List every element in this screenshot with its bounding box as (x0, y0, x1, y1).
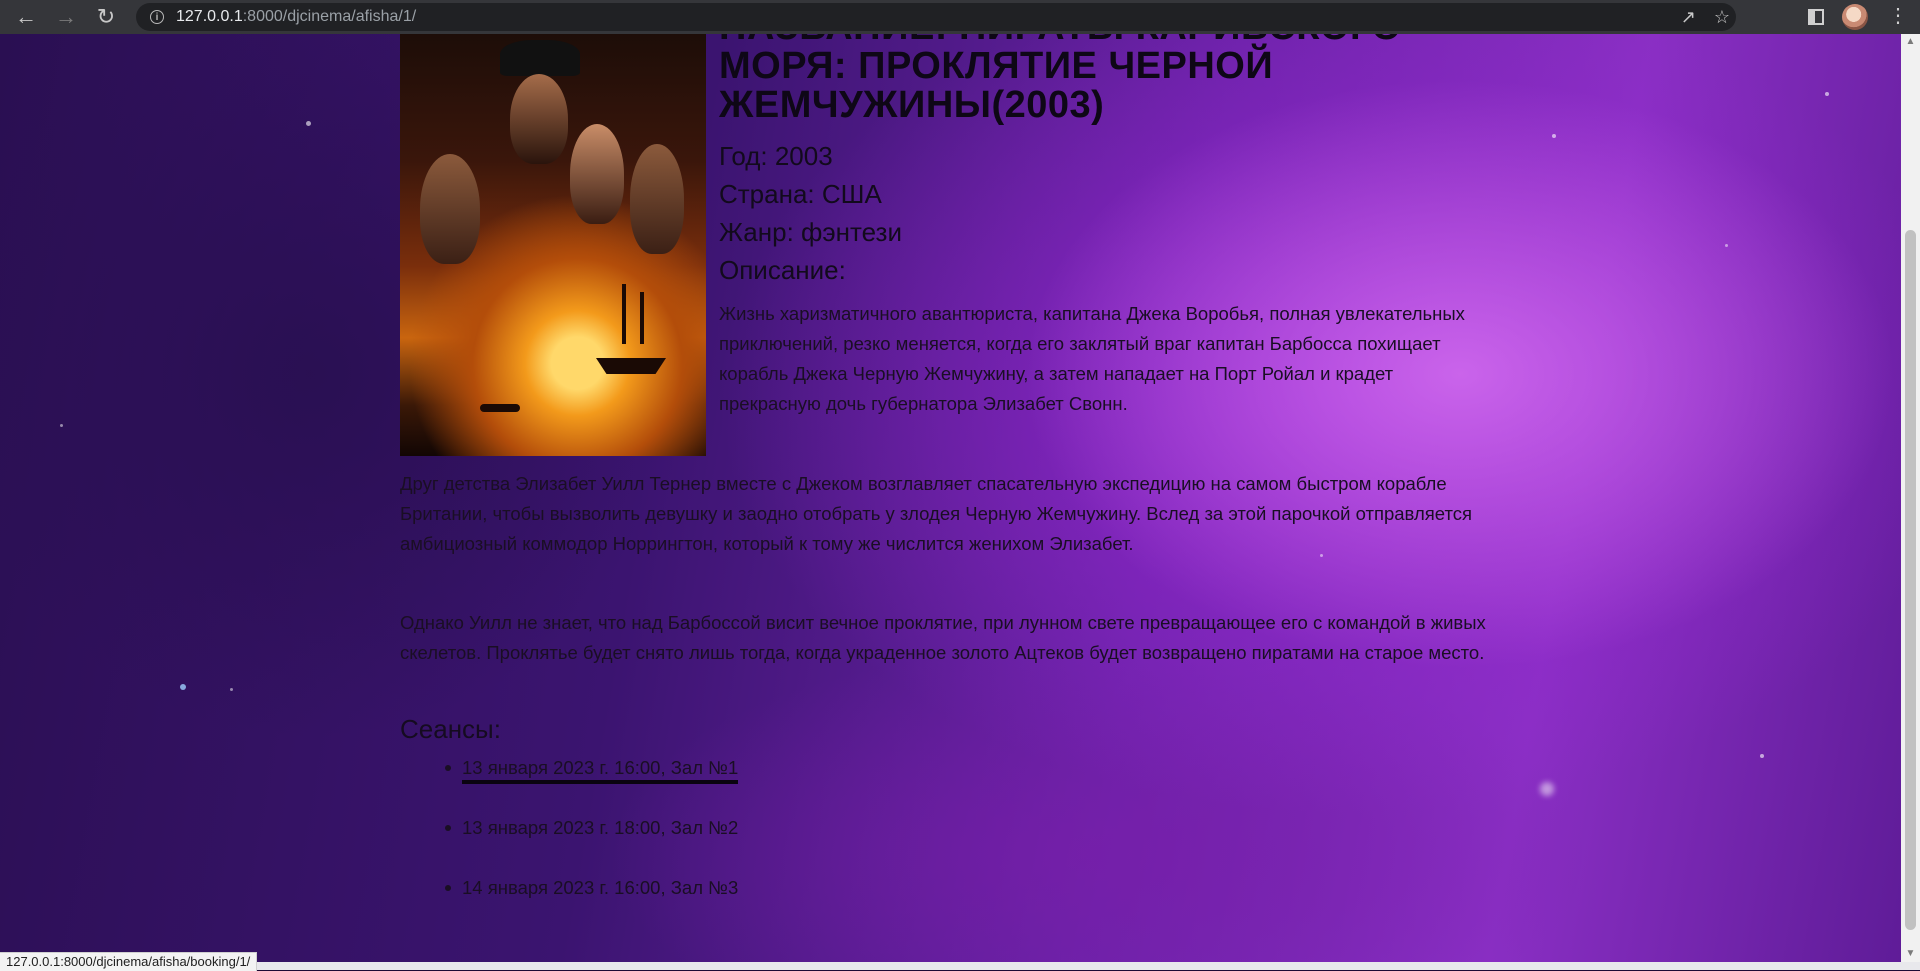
address-bar[interactable]: i 127.0.0.1:8000/djcinema/afisha/1/ ↗ ☆ (136, 3, 1736, 31)
reload-icon: ↻ (96, 4, 116, 29)
session-link[interactable]: 13 января 2023 г. 16:00, Зал №1 (462, 757, 739, 784)
bullet-icon (445, 885, 451, 891)
sessions-list: 13 января 2023 г. 16:00, Зал №1 13 январ… (400, 756, 739, 936)
bullet-icon (445, 765, 451, 771)
session-item: 13 января 2023 г. 18:00, Зал №2 (445, 816, 738, 876)
star-decoration (60, 424, 63, 427)
description-paragraph: Друг детства Элизабет Уилл Тернер вместе… (400, 473, 1472, 554)
movie-country: Страна: США (719, 179, 882, 209)
movie-year: Год: 2003 (719, 141, 833, 171)
window-bottom-edge (0, 962, 1920, 970)
movie-poster (400, 34, 706, 456)
session-item: 13 января 2023 г. 16:00, Зал №1 (445, 756, 739, 816)
url-path: :8000/djcinema/afisha/1/ (242, 8, 417, 25)
star-decoration (1540, 782, 1554, 796)
side-panel-icon[interactable] (1808, 9, 1824, 25)
page-viewport: Название: Пираты Карибского моря: Прокля… (0, 34, 1901, 962)
bookmark-star-icon[interactable]: ☆ (1714, 7, 1730, 28)
scroll-down-arrow-icon[interactable]: ▼ (1901, 946, 1920, 962)
reload-button[interactable]: ↻ (92, 3, 120, 31)
bullet-icon (445, 825, 451, 831)
description-label: Описание: (719, 255, 846, 285)
profile-avatar[interactable] (1842, 4, 1868, 30)
back-button[interactable]: ← (12, 3, 40, 31)
star-decoration (180, 684, 186, 690)
star-decoration (1552, 134, 1556, 138)
session-item: 14 января 2023 г. 16:00, Зал №3 (445, 876, 738, 936)
site-info-icon[interactable]: i (150, 10, 164, 24)
star-decoration (306, 121, 311, 126)
star-decoration (1725, 244, 1728, 247)
movie-title: Название: Пираты Карибского моря: Прокля… (719, 34, 1401, 126)
description-paragraph: Однако Уилл не знает, что над Барбоссой … (400, 612, 1486, 663)
browser-toolbar: ← → ↻ i 127.0.0.1:8000/djcinema/afisha/1… (0, 0, 1920, 34)
menu-kebab-icon[interactable]: ⋮ (1888, 5, 1908, 27)
forward-button[interactable]: → (52, 3, 80, 31)
scroll-up-arrow-icon[interactable]: ▲ (1901, 34, 1920, 50)
scrollbar-thumb[interactable] (1905, 230, 1916, 930)
description-paragraph: Жизнь харизматичного авантюриста, капита… (719, 303, 1465, 414)
movie-info: Название: Пираты Карибского моря: Прокля… (719, 34, 1479, 419)
sessions-heading: Сеансы: (400, 714, 501, 744)
arrow-left-icon: ← (15, 4, 37, 29)
movie-genre: Жанр: фэнтези (719, 217, 902, 247)
vertical-scrollbar[interactable]: ▲ ▼ (1901, 34, 1920, 962)
url-host: 127.0.0.1 (176, 8, 243, 25)
session-link[interactable]: 14 января 2023 г. 16:00, Зал №3 (462, 877, 738, 898)
link-status-bubble: 127.0.0.1:8000/djcinema/afisha/booking/1… (0, 952, 258, 971)
arrow-right-icon: → (55, 4, 77, 29)
star-decoration (230, 688, 233, 691)
star-decoration (1825, 92, 1829, 96)
session-link[interactable]: 13 января 2023 г. 18:00, Зал №2 (462, 817, 738, 838)
share-icon[interactable]: ↗ (1681, 7, 1696, 28)
url-text[interactable]: 127.0.0.1:8000/djcinema/afisha/1/ (176, 8, 416, 26)
star-decoration (1760, 754, 1764, 758)
